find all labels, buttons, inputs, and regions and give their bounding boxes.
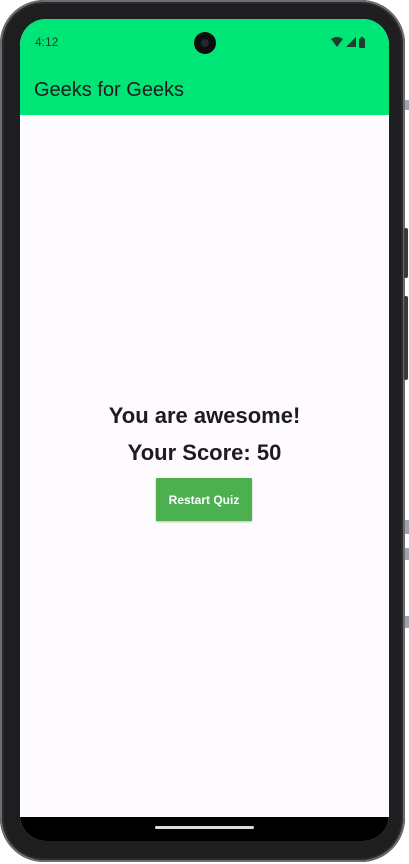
battery-icon xyxy=(359,36,365,48)
background-fragment xyxy=(405,616,409,628)
score-text: Your Score: 50 xyxy=(127,440,282,465)
background-fragment xyxy=(405,100,409,110)
volume-button xyxy=(404,296,408,380)
page: 4:12 Geeks for Geeks You are awesome! Yo… xyxy=(0,0,409,864)
result-message: You are awesome! xyxy=(108,403,301,428)
front-camera xyxy=(194,32,216,54)
status-icons xyxy=(331,36,365,48)
app-bar: Geeks for Geeks xyxy=(20,67,389,115)
phone-screen: 4:12 Geeks for Geeks You are awesome! Yo… xyxy=(20,19,389,841)
phone-frame: 4:12 Geeks for Geeks You are awesome! Yo… xyxy=(0,0,408,862)
navigation-bar xyxy=(20,817,389,841)
home-handle[interactable] xyxy=(155,826,254,829)
status-time: 4:12 xyxy=(35,35,59,49)
power-button xyxy=(404,228,408,278)
signal-icon xyxy=(346,37,356,47)
status-bar: 4:12 xyxy=(20,19,389,67)
restart-quiz-button[interactable]: Restart Quiz xyxy=(156,478,252,521)
background-fragment xyxy=(405,548,409,560)
wifi-icon xyxy=(331,37,343,47)
background-fragment xyxy=(405,520,409,534)
app-title: Geeks for Geeks xyxy=(34,79,185,101)
quiz-result-screen: You are awesome! Your Score: 50 Restart … xyxy=(20,115,389,817)
